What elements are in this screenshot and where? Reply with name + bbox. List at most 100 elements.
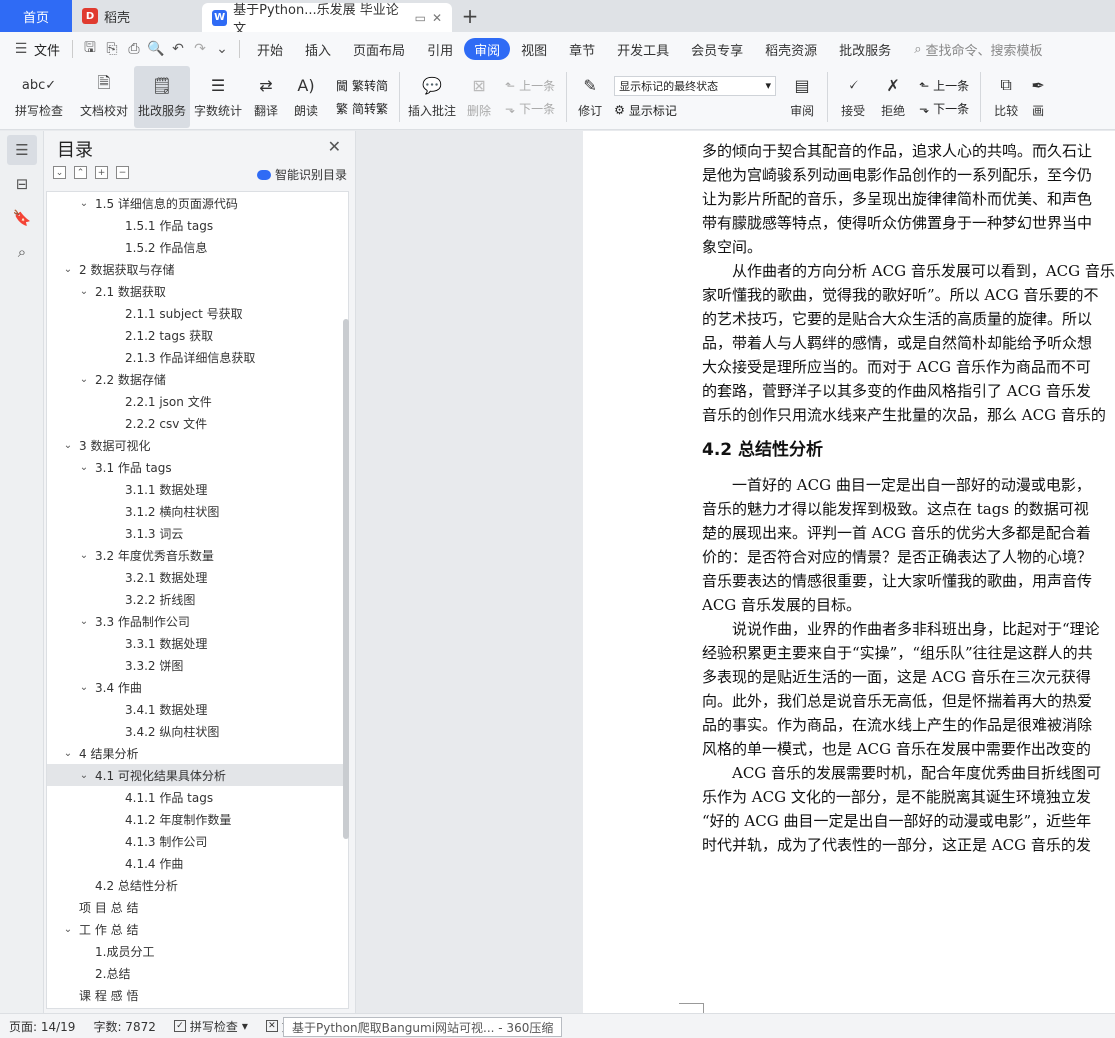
translate-button[interactable]: ⇄ 翻译	[246, 66, 286, 128]
toc-item[interactable]: 4.1.2 年度制作数量	[47, 808, 348, 830]
toc-item[interactable]: 课 程 感 悟	[47, 984, 348, 1006]
tab-home[interactable]: 首页	[0, 0, 72, 32]
toc-item[interactable]: ⌄ 3 数据可视化	[47, 434, 348, 456]
customize-chevron-icon[interactable]: ⌄	[211, 38, 233, 60]
chevron-down-icon[interactable]: ⌄	[77, 770, 91, 781]
toc-item[interactable]: 1.5.1 作品 tags	[47, 214, 348, 236]
chevron-down-icon[interactable]: ⌄	[77, 682, 91, 693]
hamburger-icon[interactable]: ☰	[10, 38, 32, 60]
undo-icon[interactable]: ↶	[167, 38, 189, 60]
toc-item[interactable]: 3.4.1 数据处理	[47, 698, 348, 720]
pin-icon[interactable]: ▭	[415, 11, 426, 25]
toc-item[interactable]: ⌄ 3.1 作品 tags	[47, 456, 348, 478]
doc-proof-button[interactable]: 🗎 文档校对	[74, 66, 134, 128]
chevron-down-icon[interactable]: ⌄	[77, 550, 91, 561]
toc-item[interactable]: ⌄ 工 作 总 结	[47, 918, 348, 940]
toc-item[interactable]: 3.3.1 数据处理	[47, 632, 348, 654]
export-pdf-icon[interactable]: ⎘	[101, 38, 123, 60]
reject-button[interactable]: ✗ 拒绝	[873, 66, 913, 128]
toc-panel-icon[interactable]: ☰	[7, 135, 37, 165]
new-tab-button[interactable]: +	[452, 0, 488, 32]
menu-chapter[interactable]: 章节	[558, 38, 606, 60]
menu-developer[interactable]: 开发工具	[606, 38, 680, 60]
toc-item[interactable]: 2.1.2 tags 获取	[47, 324, 348, 346]
print-preview-icon[interactable]: 🔍	[145, 38, 167, 60]
toc-item[interactable]: ⌄ 4 结果分析	[47, 742, 348, 764]
toc-item[interactable]: 3.1.1 数据处理	[47, 478, 348, 500]
chevron-down-icon[interactable]: ⌄	[77, 286, 91, 297]
prev-comment-button[interactable]: ⬑ 上一条	[505, 77, 555, 94]
menu-reference[interactable]: 引用	[416, 38, 464, 60]
remove-level-icon[interactable]: −	[116, 166, 129, 179]
toc-item[interactable]: ⌄ 4.1 可视化结果具体分析	[47, 764, 348, 786]
page-indicator[interactable]: 页面: 14/19	[0, 1018, 84, 1035]
trad-to-simp-button[interactable]: 閫繁转简	[336, 77, 388, 94]
toc-item[interactable]: 4.1.4 作曲	[47, 852, 348, 874]
chapter-nav-icon[interactable]: ⊟	[7, 169, 37, 199]
simp-to-trad-button[interactable]: 繁简转繁	[336, 100, 388, 117]
menu-daoke-resources[interactable]: 稻壳资源	[754, 38, 828, 60]
prev-change-button[interactable]: ⬑ 上一条	[919, 77, 969, 94]
toc-item[interactable]: ⌄ 1.5 详细信息的页面源代码	[47, 192, 348, 214]
menu-file[interactable]: 文件	[32, 40, 66, 59]
toc-scrollbar[interactable]	[343, 319, 349, 839]
toc-item[interactable]: 1.成员分工	[47, 940, 348, 962]
toc-item[interactable]: ⌄ 2 数据获取与存储	[47, 258, 348, 280]
find-icon[interactable]: ⌕	[7, 237, 37, 267]
read-aloud-button[interactable]: A) 朗读	[286, 66, 326, 128]
smart-toc-button[interactable]: 智能识别目录	[256, 166, 347, 183]
toc-item[interactable]: 3.4.2 纵向柱状图	[47, 720, 348, 742]
chevron-down-icon[interactable]: ⌄	[61, 748, 75, 759]
show-markup-button[interactable]: ⚙ 显示标记	[614, 102, 776, 119]
tab-daoke[interactable]: D 稻壳	[72, 0, 202, 32]
add-level-icon[interactable]: +	[95, 166, 108, 179]
close-icon[interactable]: ✕	[328, 137, 341, 156]
word-count-button[interactable]: ☰ 字数统计	[190, 66, 246, 128]
chevron-down-icon[interactable]: ⌄	[61, 924, 75, 935]
toc-item[interactable]: 2.1.3 作品详细信息获取	[47, 346, 348, 368]
compare-button[interactable]: ⧉ 比较	[986, 66, 1026, 128]
chevron-down-icon[interactable]: ⌄	[77, 198, 91, 209]
toc-item[interactable]: ⌄ 3.2 年度优秀音乐数量	[47, 544, 348, 566]
chevron-down-icon[interactable]: ⌄	[61, 264, 75, 275]
menu-member[interactable]: 会员专享	[680, 38, 754, 60]
toc-item[interactable]: ⌄ 3.4 作曲	[47, 676, 348, 698]
next-comment-button[interactable]: ⬎ 下一条	[505, 100, 555, 117]
toc-item[interactable]: 3.1.2 横向柱状图	[47, 500, 348, 522]
menu-insert[interactable]: 插入	[294, 38, 342, 60]
chevron-down-icon[interactable]: ⌄	[77, 374, 91, 385]
menu-correction[interactable]: 批改服务	[828, 38, 902, 60]
delete-comment-button[interactable]: ⊠ 删除	[459, 66, 499, 128]
toc-item[interactable]: 2.2.1 json 文件	[47, 390, 348, 412]
toc-item[interactable]: 2.总结	[47, 962, 348, 984]
chevron-down-icon[interactable]: ⌄	[77, 462, 91, 473]
review-pane-button[interactable]: ▤ 审阅	[782, 66, 822, 128]
toc-item[interactable]: 1.5.2 作品信息	[47, 236, 348, 258]
expand-icon[interactable]: ⌃	[74, 166, 87, 179]
markup-state-select[interactable]: 显示标记的最终状态 ▾	[614, 75, 777, 96]
insert-comment-button[interactable]: 💬 插入批注	[405, 66, 459, 128]
toc-item[interactable]: 4.1.3 制作公司	[47, 830, 348, 852]
redo-icon[interactable]: ↷	[189, 38, 211, 60]
menu-review[interactable]: 审阅	[464, 38, 511, 60]
toc-item[interactable]: 2.2.2 csv 文件	[47, 412, 348, 434]
toc-item[interactable]: ⌄ 3.3 作品制作公司	[47, 610, 348, 632]
word-count-status[interactable]: 字数: 7872	[84, 1018, 164, 1035]
bookmark-icon[interactable]: 🔖	[7, 203, 37, 233]
spellcheck-status[interactable]: ✓ 拼写检查 ▾	[165, 1018, 257, 1035]
toc-item[interactable]: 3.1.3 词云	[47, 522, 348, 544]
save-icon[interactable]: 🖫	[79, 38, 101, 60]
menu-layout[interactable]: 页面布局	[342, 38, 416, 60]
draw-button[interactable]: ✒ 画	[1026, 66, 1050, 128]
menu-view[interactable]: 视图	[510, 38, 558, 60]
chevron-down-icon[interactable]: ⌄	[77, 616, 91, 627]
tab-document[interactable]: W 基于Python...乐发展 毕业论文 ▭ ✕	[202, 3, 452, 37]
next-change-button[interactable]: ⬎ 下一条	[919, 100, 969, 117]
document-body[interactable]: 多的倾向于契合其配音的作品，追求人心的共鸣。而久石让 是他为宫崎骏系列动画电影作品…	[702, 131, 1115, 857]
toc-item[interactable]: ⌄ 2.1 数据获取	[47, 280, 348, 302]
spellcheck-button[interactable]: abc✓ 拼写检查	[4, 66, 74, 128]
toc-item[interactable]: 3.2.1 数据处理	[47, 566, 348, 588]
collapse-icon[interactable]: ⌄	[53, 166, 66, 179]
correction-service-button[interactable]: 🗒 批改服务	[134, 66, 190, 128]
accept-button[interactable]: 🗸 接受	[833, 66, 873, 128]
